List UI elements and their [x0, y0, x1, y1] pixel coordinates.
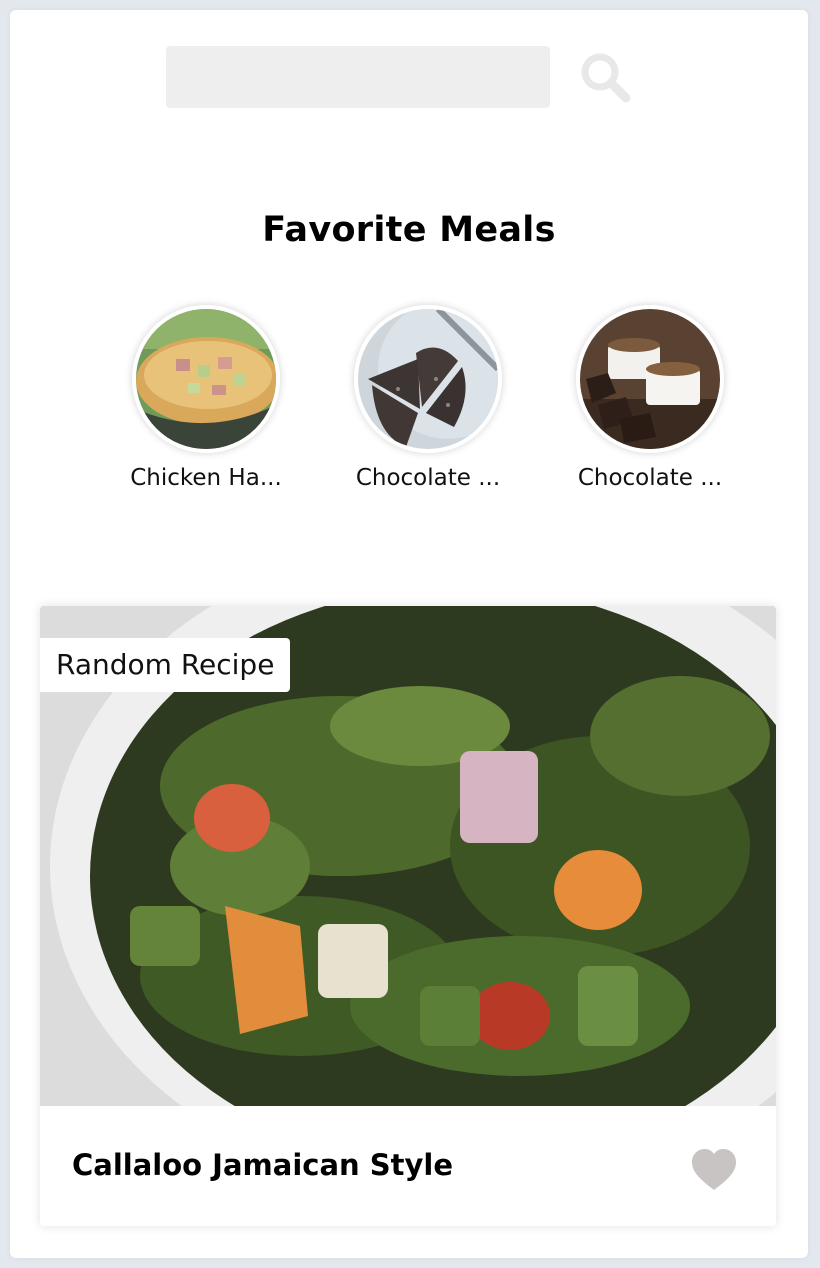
- favorite-meal-item[interactable]: Chicken Ha...: [116, 305, 296, 491]
- meal-app: Favorite Meals Chicken Ha... Chocolate .…: [10, 10, 808, 1258]
- favorite-meal-image[interactable]: [354, 305, 502, 453]
- favorite-meal-image[interactable]: [132, 305, 280, 453]
- favorite-button[interactable]: [688, 1144, 740, 1196]
- favorite-meal-image[interactable]: [576, 305, 724, 453]
- favorite-meal-item[interactable]: Chocolate ...: [560, 305, 740, 491]
- favorite-meal-name: Chocolate ...: [577, 465, 723, 491]
- favorite-meal-name: Chicken Ha...: [130, 465, 282, 491]
- search-button[interactable]: [576, 48, 640, 108]
- meal-title: Callaloo Jamaican Style: [72, 1148, 454, 1182]
- random-recipe-tag: Random Recipe: [40, 638, 291, 692]
- search-icon: [581, 53, 631, 103]
- favorites-title: Favorite Meals: [262, 210, 556, 250]
- heart-icon: [692, 1149, 736, 1190]
- favorite-meal-item[interactable]: Chocolate ...: [338, 305, 518, 491]
- random-recipe-card[interactable]: Random Recipe Callaloo Jamaican Style: [40, 606, 776, 1226]
- favorite-meal-name: Chocolate ...: [355, 465, 501, 491]
- search-input[interactable]: [166, 46, 550, 108]
